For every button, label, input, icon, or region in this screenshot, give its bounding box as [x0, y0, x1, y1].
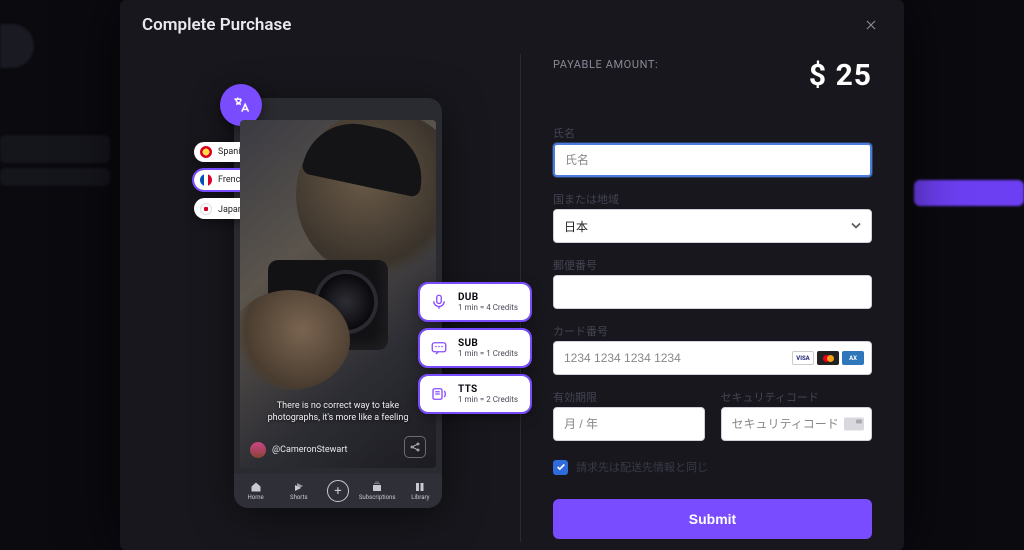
modal-header: Complete Purchase	[120, 0, 904, 46]
same-as-shipping-row[interactable]: 請求先は配送先情報と同じ	[553, 459, 872, 475]
card-label: カード番号	[553, 323, 872, 339]
username: @CameronStewart	[272, 445, 348, 455]
mic-icon	[428, 291, 450, 313]
credit-title: TTS	[458, 384, 518, 395]
cvc-card-icon	[844, 418, 864, 431]
modal-title: Complete Purchase	[142, 15, 291, 35]
close-icon[interactable]	[860, 14, 882, 36]
flag-icon	[200, 146, 212, 158]
name-label: 氏名	[553, 125, 872, 141]
country-select[interactable]	[553, 209, 872, 243]
amex-icon: AX	[842, 351, 864, 365]
credit-sub: 1 min = 1 Credits	[458, 349, 518, 358]
credit-card-tts: TTS 1 min = 2 Credits	[420, 376, 530, 412]
amount-label: PAYABLE AMOUNT:	[553, 58, 658, 71]
nav-library: Library	[405, 481, 435, 501]
nav-shorts: Shorts	[284, 481, 314, 501]
checkbox-checked-icon[interactable]	[553, 460, 568, 475]
phone-caption: There is no correct way to take photogra…	[250, 400, 426, 424]
credit-card-sub: SUB 1 min = 1 Credits	[420, 330, 530, 366]
chat-icon	[428, 337, 450, 359]
phone-screen: There is no correct way to take photogra…	[240, 120, 436, 468]
payment-form: 氏名 国または地域 郵便番号	[553, 121, 872, 539]
credit-card-dub: DUB 1 min = 4 Credits	[420, 284, 530, 320]
amount-value: $ 25	[809, 58, 872, 93]
mastercard-icon	[817, 351, 839, 365]
phone-mockup: Spanish (Español) French (français) Japa…	[234, 98, 442, 508]
submit-button[interactable]: Submit	[553, 499, 872, 539]
name-input[interactable]	[553, 143, 872, 177]
cvc-label: セキュリティコード	[721, 389, 873, 405]
country-label: 国または地域	[553, 191, 872, 207]
credit-sub: 1 min = 2 Credits	[458, 395, 518, 404]
postal-label: 郵便番号	[553, 257, 872, 273]
credit-title: DUB	[458, 292, 518, 303]
nav-home: Home	[241, 481, 271, 501]
flag-icon	[200, 203, 212, 215]
visa-icon: VISA	[792, 351, 814, 365]
phone-bottom-nav: Home Shorts + Subscriptions Library	[234, 474, 442, 508]
postal-input[interactable]	[553, 275, 872, 309]
nav-subscriptions: Subscriptions	[362, 481, 392, 501]
share-icon	[404, 436, 426, 458]
nav-add-icon: +	[327, 480, 349, 502]
credit-info-cards: DUB 1 min = 4 Credits SUB 1 min = 1 Cred…	[420, 284, 530, 412]
expiry-label: 有効期限	[553, 389, 705, 405]
credit-sub: 1 min = 4 Credits	[458, 303, 518, 312]
payment-form-pane: PAYABLE AMOUNT: $ 25 氏名 国または地域	[521, 46, 904, 550]
card-brand-icons: VISA AX	[792, 351, 864, 365]
avatar	[250, 442, 266, 458]
expiry-input[interactable]	[553, 407, 705, 441]
speaker-icon	[428, 383, 450, 405]
purchase-modal: Complete Purchase Spanish (Español)	[120, 0, 904, 550]
amount-row: PAYABLE AMOUNT: $ 25	[553, 58, 872, 93]
illustration-pane: Spanish (Español) French (français) Japa…	[120, 46, 520, 550]
flag-icon	[200, 174, 212, 186]
credit-title: SUB	[458, 338, 518, 349]
same-as-shipping-label: 請求先は配送先情報と同じ	[576, 459, 708, 475]
phone-user: @CameronStewart	[250, 442, 348, 458]
